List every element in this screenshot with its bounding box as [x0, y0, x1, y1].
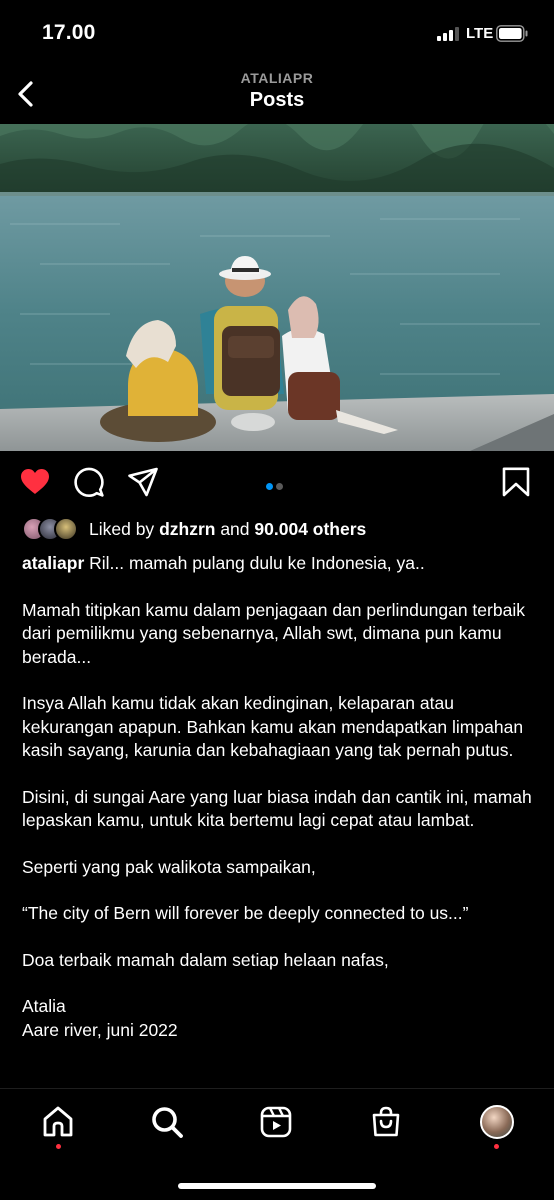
- page-title: Posts: [249, 89, 305, 111]
- battery-icon: [496, 25, 528, 42]
- lake-photo: [0, 124, 554, 451]
- reels-icon[interactable]: [259, 1105, 293, 1139]
- caption-paragraph: Doa terbaik mamah dalam setiap helaan na…: [22, 949, 389, 970]
- caption-paragraph: Mamah titipkan kamu dalam penjagaan dan …: [22, 599, 525, 667]
- liker-avatars: [22, 516, 82, 542]
- likes-count[interactable]: 90.004 others: [254, 519, 366, 539]
- send-icon[interactable]: [127, 466, 159, 498]
- liker-username[interactable]: dzhzrn: [159, 519, 215, 539]
- caption-paragraph: “The city of Bern will forever be deeply…: [22, 903, 469, 923]
- post-caption: ataliapr Ril... mamah pulang dulu ke Ind…: [22, 552, 537, 1042]
- likes-prefix: Liked by: [89, 519, 155, 539]
- status-time: 17.00: [42, 21, 96, 44]
- post-actions: [0, 451, 554, 513]
- signal-bars-icon: [437, 27, 463, 41]
- carousel-dot-active: [266, 483, 273, 490]
- carousel-dot: [276, 483, 283, 490]
- likes-row[interactable]: Liked by dzhzrn and 90.004 others: [22, 516, 542, 542]
- caption-paragraph: Seperti yang pak walikota sampaikan,: [22, 856, 316, 877]
- caption-paragraph: ataliapr Ril... mamah pulang dulu ke Ind…: [22, 552, 537, 576]
- likes-joiner: and: [220, 519, 250, 539]
- avatar: [54, 517, 78, 541]
- profile-avatar[interactable]: [480, 1105, 514, 1139]
- profile-notification-dot: [494, 1144, 499, 1149]
- header-username[interactable]: ATALIAPR: [0, 70, 554, 86]
- caption-signature: Atalia: [22, 996, 66, 1016]
- shop-icon[interactable]: [369, 1105, 403, 1139]
- home-icon[interactable]: [41, 1105, 75, 1139]
- bookmark-icon[interactable]: [500, 466, 532, 498]
- network-type: LTE: [466, 25, 494, 42]
- likes-text[interactable]: Liked by dzhzrn and 90.004 others: [89, 519, 366, 540]
- caption-paragraph: Insya Allah kamu tidak akan kedinginan, …: [22, 693, 524, 760]
- caption-paragraph: Disini, di sungai Aare yang luar biasa i…: [22, 786, 532, 831]
- home-indicator: [178, 1183, 376, 1189]
- caption-username[interactable]: ataliapr: [22, 553, 84, 573]
- comment-icon[interactable]: [73, 466, 105, 498]
- carousel-indicator: [266, 477, 286, 490]
- search-icon[interactable]: [150, 1105, 184, 1139]
- home-notification-dot: [56, 1144, 61, 1149]
- caption-text: Ril... mamah pulang dulu ke Indonesia, y…: [89, 553, 425, 573]
- caption-location-date: Aare river, juni 2022: [22, 1019, 178, 1040]
- heart-filled-icon[interactable]: [19, 466, 51, 498]
- header: ATALIAPR Posts: [0, 66, 554, 124]
- post-photo[interactable]: [0, 124, 554, 451]
- status-bar: 17.00 LTE: [0, 0, 554, 66]
